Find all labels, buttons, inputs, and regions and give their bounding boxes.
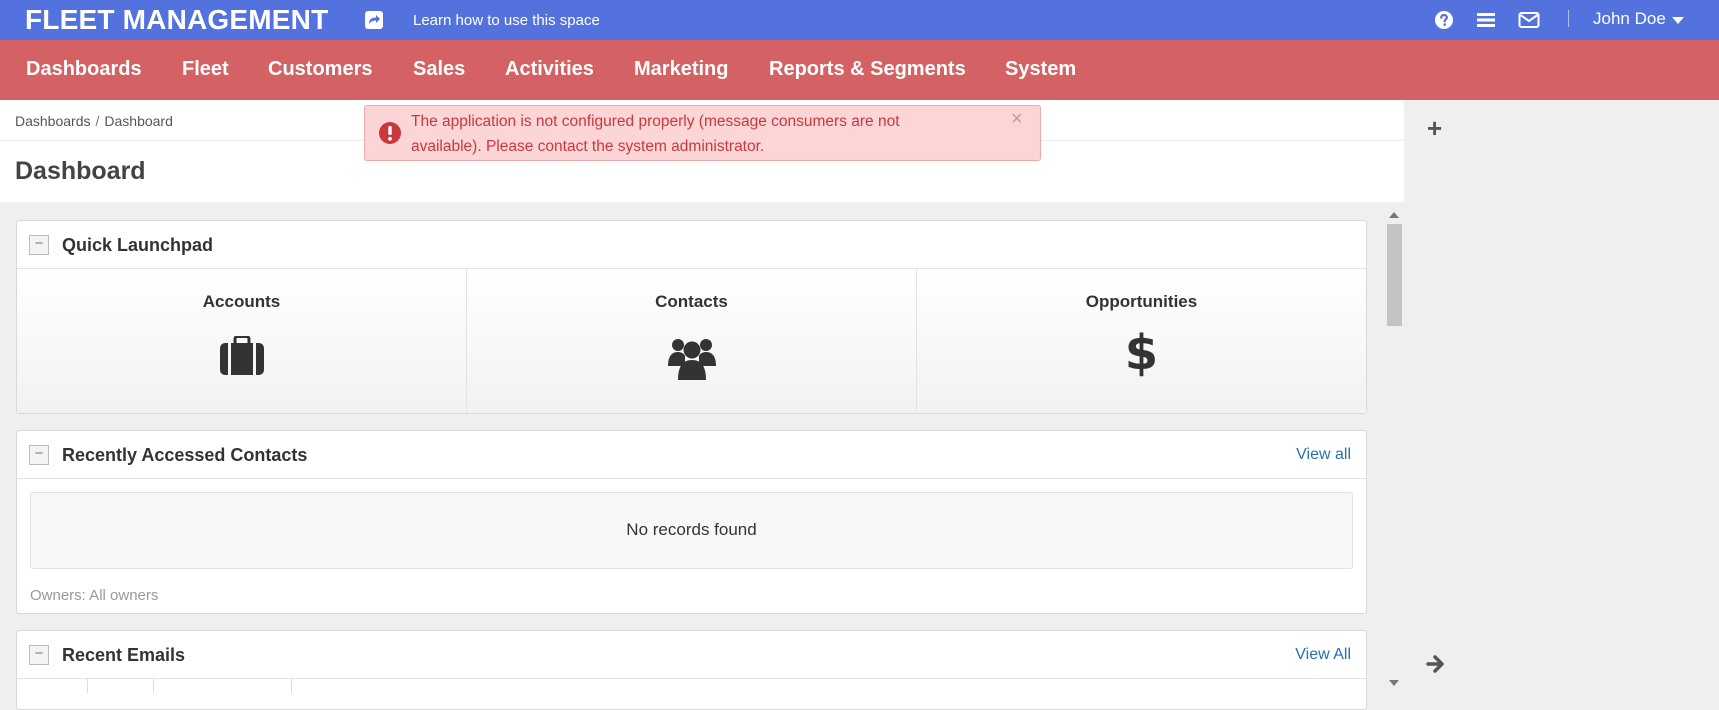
- envelope-icon[interactable]: [1518, 10, 1540, 30]
- recent-contacts-widget: − Recently Accessed Contacts View all No…: [16, 430, 1367, 614]
- view-all-link[interactable]: View all: [1296, 446, 1351, 464]
- dollar-icon: $: [1124, 325, 1159, 381]
- collapse-button[interactable]: −: [29, 235, 49, 255]
- menu-item-sales[interactable]: Sales: [413, 58, 465, 81]
- widget-header: − Recent Emails View All: [17, 631, 1366, 679]
- launchpad-label: Contacts: [655, 292, 728, 311]
- view-all-link[interactable]: View All: [1295, 646, 1351, 664]
- list-icon[interactable]: [1476, 10, 1496, 30]
- recent-emails-widget: − Recent Emails View All: [16, 630, 1367, 710]
- empty-state: No records found: [30, 492, 1353, 569]
- close-icon[interactable]: ×: [1011, 107, 1023, 132]
- launchpad-contacts[interactable]: Contacts: [467, 269, 917, 413]
- collapse-button[interactable]: −: [29, 645, 49, 665]
- scroll-up-icon[interactable]: [1389, 212, 1399, 218]
- user-menu[interactable]: John Doe: [1593, 9, 1684, 29]
- widget-header: − Quick Launchpad: [17, 221, 1366, 269]
- question-circle-icon[interactable]: [1434, 10, 1454, 30]
- learn-link[interactable]: Learn how to use this space: [413, 12, 600, 29]
- main-menu: Dashboards Fleet Customers Sales Activit…: [0, 40, 1719, 100]
- alert-message: The application is not configured proper…: [411, 113, 900, 155]
- menu-item-activities[interactable]: Activities: [505, 58, 594, 81]
- widget-title: Recently Accessed Contacts: [62, 445, 308, 465]
- briefcase-icon: [219, 335, 265, 381]
- empty-state-text: No records found: [626, 520, 757, 539]
- launchpad-opportunities[interactable]: Opportunities $: [917, 269, 1366, 413]
- menu-item-customers[interactable]: Customers: [268, 58, 372, 81]
- table-column-divider: [87, 679, 88, 693]
- launchpad-label: Opportunities: [1085, 292, 1198, 311]
- menu-item-system[interactable]: System: [1005, 58, 1076, 81]
- widget-header: − Recently Accessed Contacts View all: [17, 431, 1366, 479]
- widget-title: Recent Emails: [62, 645, 186, 665]
- scrollbar-thumb[interactable]: [1387, 224, 1402, 326]
- table-column-divider: [153, 679, 154, 693]
- page-title: Dashboard: [15, 157, 146, 185]
- breadcrumb-current: Dashboard: [104, 113, 173, 129]
- user-name: John Doe: [1593, 9, 1666, 28]
- collapse-button[interactable]: −: [29, 445, 49, 465]
- exclamation-circle-icon: [378, 121, 402, 145]
- app-logo-title[interactable]: FLEET MANAGEMENT: [25, 4, 328, 36]
- menu-item-marketing[interactable]: Marketing: [634, 58, 728, 81]
- menu-item-fleet[interactable]: Fleet: [182, 58, 229, 81]
- scroll-down-icon[interactable]: [1389, 680, 1399, 686]
- add-widget-button[interactable]: +: [1427, 113, 1442, 144]
- quick-launchpad-widget: − Quick Launchpad Accounts Contacts Oppo…: [16, 220, 1367, 414]
- main-content: Dashboards / Dashboard Dashboard − Quick L…: [0, 100, 1404, 710]
- arrow-right-icon[interactable]: [1426, 655, 1446, 678]
- menu-item-reports-segments[interactable]: Reports & Segments: [769, 58, 966, 81]
- share-icon[interactable]: [364, 10, 384, 30]
- error-alert: The application is not configured proper…: [364, 105, 1041, 161]
- sidebar-right: +: [1404, 100, 1719, 694]
- table-column-divider: [291, 679, 292, 693]
- topbar-separator: [1568, 10, 1569, 27]
- launchpad-row: Accounts Contacts Opportunities $: [17, 269, 1366, 413]
- breadcrumb-parent[interactable]: Dashboards: [15, 113, 91, 129]
- caret-down-icon: [1671, 16, 1684, 24]
- users-icon: [667, 336, 717, 385]
- owners-filter-text: Owners: All owners: [30, 587, 159, 604]
- widget-title: Quick Launchpad: [62, 235, 214, 255]
- launchpad-label: Accounts: [202, 292, 281, 311]
- launchpad-accounts[interactable]: Accounts: [17, 269, 467, 413]
- breadcrumb-separator: /: [95, 113, 100, 129]
- top-bar: FLEET MANAGEMENT Learn how to use this s…: [0, 0, 1719, 40]
- breadcrumb: Dashboards / Dashboard: [15, 113, 173, 129]
- menu-item-dashboards[interactable]: Dashboards: [26, 58, 142, 81]
